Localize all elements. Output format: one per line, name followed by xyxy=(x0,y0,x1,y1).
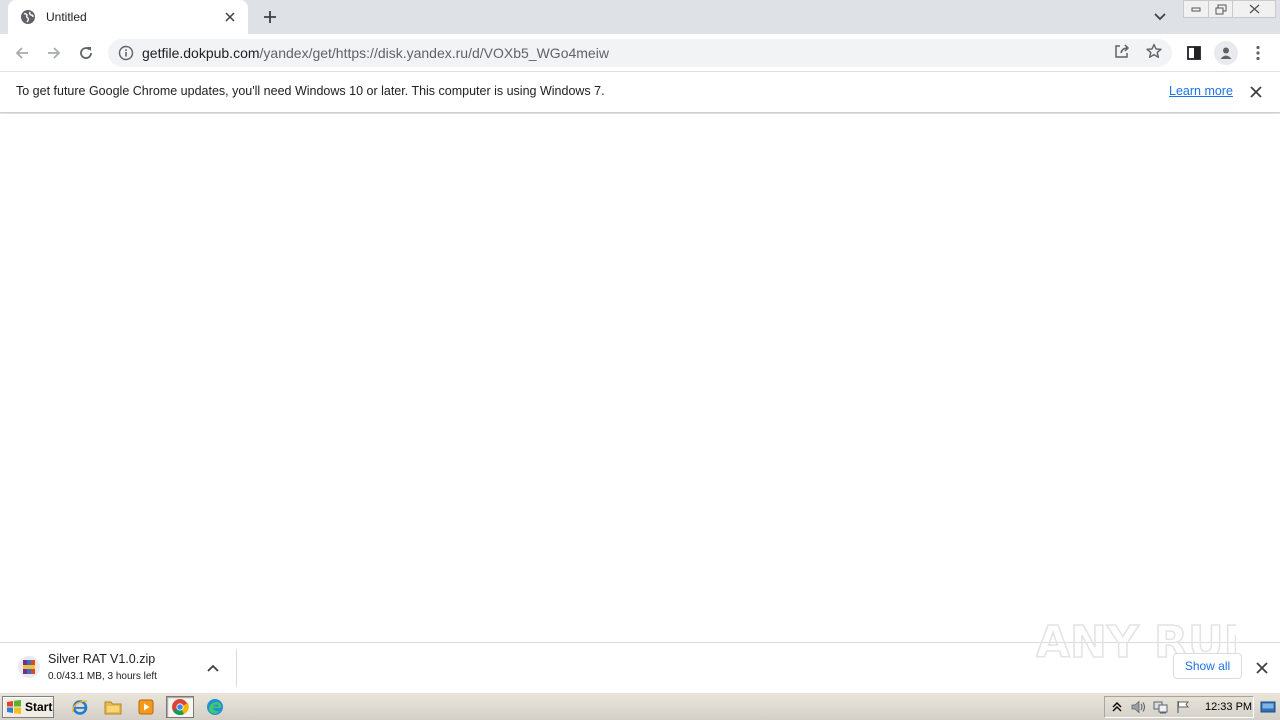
update-infobar: To get future Google Chrome updates, you… xyxy=(0,72,1280,113)
tray-expand-arrow-icon[interactable] xyxy=(1107,697,1127,717)
start-button[interactable]: Start xyxy=(2,696,54,718)
start-label: Start xyxy=(25,700,53,714)
media-player-icon[interactable] xyxy=(132,696,160,718)
chevron-up-icon[interactable] xyxy=(204,659,222,677)
browser-toolbar: getfile.dokpub.com/yandex/get/https://di… xyxy=(0,34,1280,72)
taskbar: Start 12:33 PM xyxy=(0,692,1280,720)
learn-more-link[interactable]: Learn more xyxy=(1169,84,1233,98)
back-arrow-icon[interactable] xyxy=(10,41,34,65)
url-path: /yandex/get/https://disk.yandex.ru/d/VOX… xyxy=(259,45,609,61)
address-bar[interactable]: getfile.dokpub.com/yandex/get/https://di… xyxy=(108,39,1172,67)
volume-icon[interactable] xyxy=(1129,697,1149,717)
show-desktop-icon[interactable] xyxy=(1258,697,1278,717)
window-minimize-button[interactable] xyxy=(1183,0,1208,18)
file-explorer-icon[interactable] xyxy=(99,696,127,718)
page-content xyxy=(0,114,1280,642)
download-shelf-close-icon[interactable] xyxy=(1253,659,1271,677)
tab-search-chevron-icon[interactable] xyxy=(1150,8,1170,26)
tab-untitled[interactable]: Untitled xyxy=(8,0,248,34)
network-icon[interactable] xyxy=(1151,697,1171,717)
url-text: getfile.dokpub.com/yandex/get/https://di… xyxy=(142,45,609,61)
info-icon[interactable] xyxy=(118,45,134,61)
download-item[interactable]: Silver RAT V1.0.zip 0.0/43.1 MB, 3 hours… xyxy=(0,643,236,693)
profile-avatar-icon[interactable] xyxy=(1214,41,1238,65)
chrome-taskbar-icon[interactable] xyxy=(166,696,194,718)
tab-close-icon[interactable] xyxy=(222,9,238,25)
tab-strip: Untitled xyxy=(0,0,1280,34)
globe-icon xyxy=(20,9,36,25)
kebab-menu-icon[interactable] xyxy=(1250,42,1266,64)
tab-title: Untitled xyxy=(46,10,87,24)
action-center-flag-icon[interactable] xyxy=(1173,697,1193,717)
infobar-message: To get future Google Chrome updates, you… xyxy=(16,84,605,98)
forward-arrow-icon[interactable] xyxy=(42,41,66,65)
bookmark-star-icon[interactable] xyxy=(1144,41,1164,61)
url-host: getfile.dokpub.com xyxy=(142,45,260,61)
reload-icon[interactable] xyxy=(74,41,98,65)
infobar-close-icon[interactable] xyxy=(1247,83,1265,101)
side-panel-icon[interactable] xyxy=(1184,42,1204,64)
window-close-button[interactable] xyxy=(1232,0,1276,18)
internet-explorer-icon[interactable] xyxy=(66,696,94,718)
window-restore-button[interactable] xyxy=(1208,0,1232,18)
screen: Untitled getfile.dokpub.com/yandex/get/h… xyxy=(0,0,1280,720)
edge-icon[interactable] xyxy=(201,696,229,718)
taskbar-clock: 12:33 PM xyxy=(1205,701,1253,713)
download-status: 0.0/43.1 MB, 3 hours left xyxy=(48,671,157,682)
download-separator xyxy=(236,649,237,687)
download-shelf: Silver RAT V1.0.zip 0.0/43.1 MB, 3 hours… xyxy=(0,616,1280,693)
archive-file-icon xyxy=(17,655,41,679)
share-icon[interactable] xyxy=(1112,41,1132,61)
show-all-button[interactable]: Show all xyxy=(1173,653,1242,679)
new-tab-button[interactable] xyxy=(258,6,282,28)
windows-logo-icon xyxy=(6,699,22,715)
download-file-name: Silver RAT V1.0.zip xyxy=(48,652,156,666)
system-tray: 12:33 PM xyxy=(1104,696,1254,718)
